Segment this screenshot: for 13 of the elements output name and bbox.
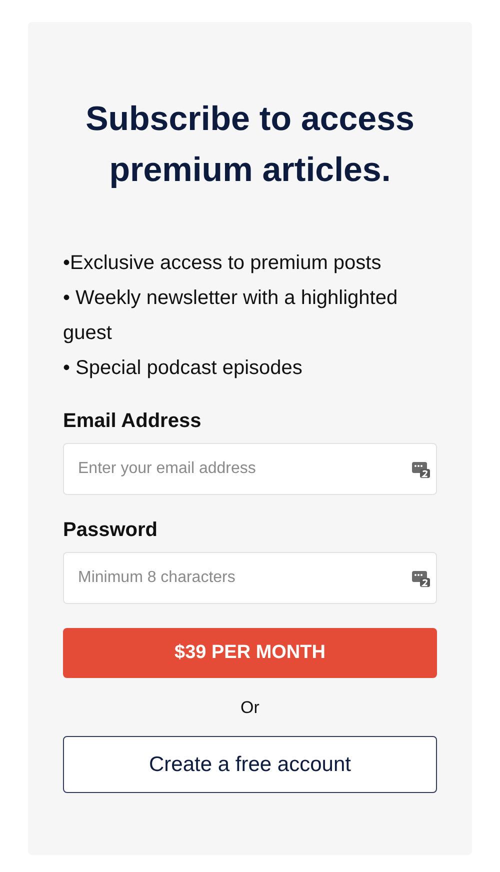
password-manager-icon[interactable] <box>411 459 431 479</box>
benefit-text: • Special podcast episodes <box>63 356 304 381</box>
benefit-text: •Exclusive access to premium posts <box>63 251 382 276</box>
input-field[interactable]: Minimum 8 characters <box>63 552 437 604</box>
separator-text: Or <box>240 698 260 718</box>
input-field[interactable]: Enter your email address <box>63 443 437 495</box>
create-account-button[interactable]: Create a free account <box>63 736 437 793</box>
field-label: Email Address <box>63 410 202 433</box>
subscribe-button[interactable]: $39 PER MONTH <box>63 628 437 678</box>
page-title: Subscribe to access premium articles. <box>84 99 416 191</box>
password-manager-icon[interactable] <box>411 568 431 588</box>
field-label: Password <box>63 519 158 542</box>
benefit-text: • Weekly newsletter with a highlighted guest <box>63 286 399 346</box>
